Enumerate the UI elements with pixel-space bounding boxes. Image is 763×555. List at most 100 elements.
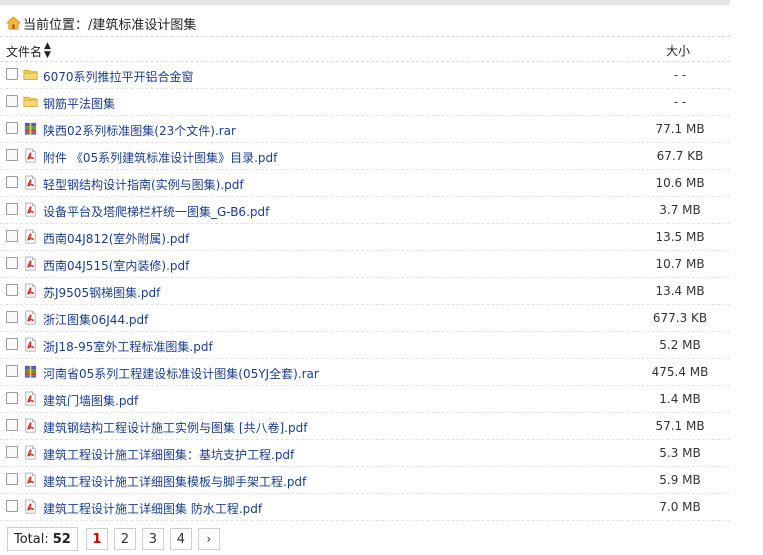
file-size: - - [673,68,687,82]
total-count: Total: 52 [7,527,78,551]
pagination: Total: 52 1234 › [7,527,226,551]
table-row[interactable]: 苏J9505钢梯图集.pdf 13.4 MB [0,278,730,305]
file-name-link[interactable]: 6070系列推拉平开铝合金窗 [43,68,194,85]
home-icon[interactable] [6,16,21,30]
table-header: 文件名 ▲ ▼ 大小 [0,36,730,62]
file-size: 475.4 MB [651,365,709,379]
table-row[interactable]: 轻型钢结构设计指南(实例与图集).pdf 10.6 MB [0,170,730,197]
folder-icon [23,94,38,109]
breadcrumb: 当前位置： /建筑标准设计图集 [6,14,197,33]
pdf-file-icon [23,310,38,325]
table-row[interactable]: 建筑门墙图集.pdf 1.4 MB [0,386,730,413]
file-size: 1.4 MB [659,392,701,406]
pdf-file-icon [23,472,38,487]
pdf-file-icon [23,148,38,163]
table-row[interactable]: 建筑工程设计施工详细图集模板与脚手架工程.pdf 5.9 MB [0,467,730,494]
row-checkbox[interactable] [6,176,18,188]
file-name-link[interactable]: 西南04J812(室外附属).pdf [43,230,189,247]
pdf-file-icon [23,229,38,244]
row-checkbox[interactable] [6,419,18,431]
file-name-link[interactable]: 建筑钢结构工程设计施工实例与图集 [共八卷].pdf [43,419,307,436]
pdf-file-icon [23,445,38,460]
table-row[interactable]: 建筑工程设计施工详细图集：基坑支护工程.pdf 5.3 MB [0,440,730,467]
file-name-link[interactable]: 浙江图集06J44.pdf [43,311,148,328]
file-size: 5.2 MB [659,338,701,352]
file-name-link[interactable]: 河南省05系列工程建设标准设计图集(05YJ全套).rar [43,365,319,382]
rar-archive-icon [23,121,38,136]
file-name-link[interactable]: 建筑工程设计施工详细图集模板与脚手架工程.pdf [43,473,306,490]
row-checkbox[interactable] [6,68,18,80]
row-checkbox[interactable] [6,284,18,296]
pdf-file-icon [23,256,38,271]
file-name-link[interactable]: 建筑工程设计施工详细图集：基坑支护工程.pdf [43,446,294,463]
row-checkbox[interactable] [6,149,18,161]
page-button-2[interactable]: 2 [113,528,136,550]
file-name-link[interactable]: 轻型钢结构设计指南(实例与图集).pdf [43,176,244,193]
pdf-file-icon [23,391,38,406]
pdf-file-icon [23,202,38,217]
file-size: 67.7 KB [656,149,704,163]
rar-archive-icon [23,364,38,379]
table-row[interactable]: 建筑工程设计施工详细图集 防水工程.pdf 7.0 MB [0,494,730,521]
file-size: 57.1 MB [655,419,705,433]
column-size-header: 大小 [666,44,691,58]
page-button-4[interactable]: 4 [169,528,192,550]
file-size: 5.9 MB [659,473,701,487]
table-row[interactable]: 西南04J812(室外附属).pdf 13.5 MB [0,224,730,251]
row-checkbox[interactable] [6,311,18,323]
pdf-file-icon [23,499,38,514]
file-size: 10.7 MB [655,257,705,271]
table-row[interactable]: 浙J18-95室外工程标准图集.pdf 5.2 MB [0,332,730,359]
row-checkbox[interactable] [6,122,18,134]
row-checkbox[interactable] [6,95,18,107]
top-bar [0,0,730,5]
table-row[interactable]: 建筑钢结构工程设计施工实例与图集 [共八卷].pdf 57.1 MB [0,413,730,440]
pdf-file-icon [23,418,38,433]
pdf-file-icon [23,283,38,298]
file-size: 10.6 MB [655,176,705,190]
table-row[interactable]: 西南04J515(室内装修).pdf 10.7 MB [0,251,730,278]
table-row[interactable]: 6070系列推拉平开铝合金窗 - - [0,62,730,89]
file-name-link[interactable]: 陕西02系列标准图集(23个文件).rar [43,122,236,139]
folder-icon [23,67,38,82]
file-name-link[interactable]: 钢筋平法图集 [43,95,115,112]
table-row[interactable]: 设备平台及塔爬梯栏杆统一图集_G-B6.pdf 3.7 MB [0,197,730,224]
file-size: 77.1 MB [655,122,705,136]
row-checkbox[interactable] [6,392,18,404]
pdf-file-icon [23,337,38,352]
next-page-button[interactable]: › [197,528,220,550]
row-checkbox[interactable] [6,500,18,512]
row-checkbox[interactable] [6,446,18,458]
file-name-link[interactable]: 设备平台及塔爬梯栏杆统一图集_G-B6.pdf [43,203,269,220]
file-name-link[interactable]: 西南04J515(室内装修).pdf [43,257,189,274]
page-button-3[interactable]: 3 [141,528,164,550]
file-name-link[interactable]: 附件 《05系列建筑标准设计图集》目录.pdf [43,149,277,166]
breadcrumb-label: 当前位置： [23,17,89,33]
row-checkbox[interactable] [6,473,18,485]
file-list: 6070系列推拉平开铝合金窗 - - 钢筋平法图集 - - 陕西02系列标准图集(23个… [0,62,730,521]
sort-icon[interactable]: ▲ ▼ [44,42,51,60]
page-button-1[interactable]: 1 [85,528,108,550]
column-name-header[interactable]: 文件名 ▲ ▼ [6,42,51,60]
file-name-link[interactable]: 建筑门墙图集.pdf [43,392,138,409]
table-row[interactable]: 河南省05系列工程建设标准设计图集(05YJ全套).rar 475.4 MB [0,359,730,386]
row-checkbox[interactable] [6,203,18,215]
file-size: 3.7 MB [659,203,701,217]
breadcrumb-path: /建筑标准设计图集 [88,17,197,33]
file-size: 5.3 MB [659,446,701,460]
file-size: - - [673,95,687,109]
row-checkbox[interactable] [6,365,18,377]
table-row[interactable]: 钢筋平法图集 - - [0,89,730,116]
file-name-link[interactable]: 苏J9505钢梯图集.pdf [43,284,160,301]
row-checkbox[interactable] [6,257,18,269]
row-checkbox[interactable] [6,230,18,242]
file-size: 677.3 KB [652,311,708,325]
table-row[interactable]: 浙江图集06J44.pdf 677.3 KB [0,305,730,332]
file-name-link[interactable]: 建筑工程设计施工详细图集 防水工程.pdf [43,500,262,517]
table-row[interactable]: 陕西02系列标准图集(23个文件).rar 77.1 MB [0,116,730,143]
table-row[interactable]: 附件 《05系列建筑标准设计图集》目录.pdf 67.7 KB [0,143,730,170]
file-name-link[interactable]: 浙J18-95室外工程标准图集.pdf [43,338,213,355]
page-list: 1234 [85,528,198,550]
row-checkbox[interactable] [6,338,18,350]
pdf-file-icon [23,175,38,190]
